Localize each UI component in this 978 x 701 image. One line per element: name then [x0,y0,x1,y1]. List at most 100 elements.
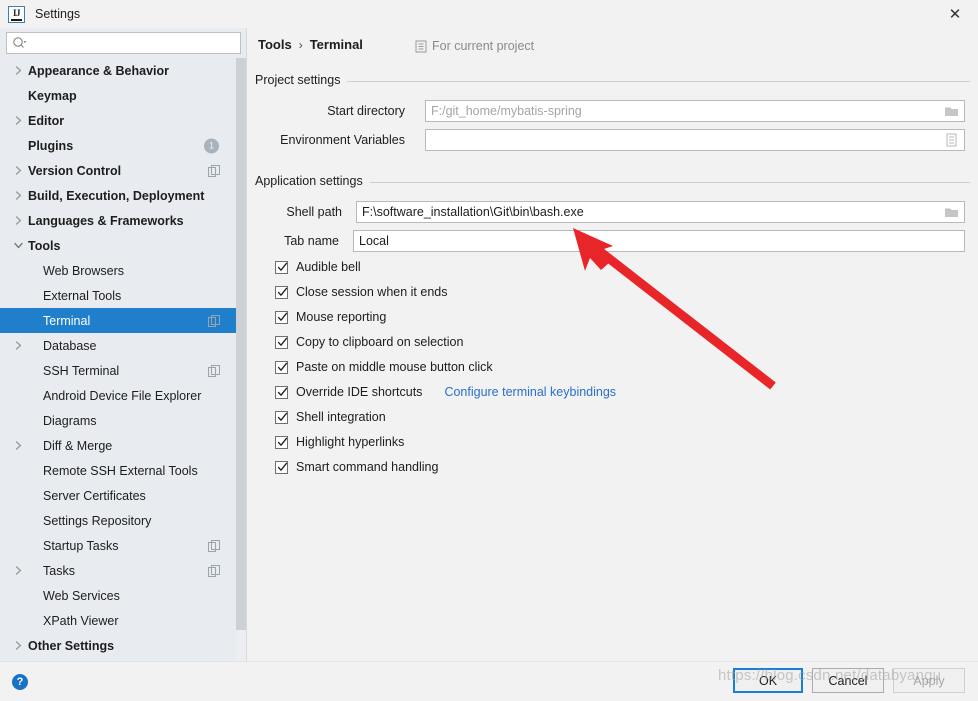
checkbox-mouse-reporting[interactable]: Mouse reporting [275,308,386,326]
checkbox-smart-command-handling[interactable]: Smart command handling [275,458,438,476]
chevron-down-icon[interactable] [12,240,24,252]
footer-divider [0,661,978,662]
sidebar-item-xpath-viewer[interactable]: XPath Viewer [0,608,247,633]
search-box[interactable] [6,32,241,54]
chevron-right-icon[interactable] [12,65,24,77]
checkbox-audible-bell[interactable]: Audible bell [275,258,361,276]
sidebar-item-android-device-file-explorer[interactable]: Android Device File Explorer [0,383,247,408]
sidebar-item-web-browsers[interactable]: Web Browsers [0,258,247,283]
checkbox-box[interactable] [275,460,288,474]
checkbox-shell-integration[interactable]: Shell integration [275,408,386,426]
tab-name-row: Tab name Local [275,230,965,252]
sidebar-item-label: Appearance & Behavior [28,63,170,78]
environment-variables-input[interactable] [425,129,965,151]
sidebar-item-appearance-behavior[interactable]: Appearance & Behavior [0,58,247,83]
checkbox-box[interactable] [275,310,288,324]
checkbox-copy-to-clipboard-on-selection[interactable]: Copy to clipboard on selection [275,333,463,351]
sidebar-item-tasks[interactable]: Tasks [0,558,247,583]
help-button[interactable]: ? [12,674,28,690]
copy-settings-icon[interactable] [208,314,220,327]
copy-settings-icon[interactable] [208,364,220,377]
checkbox-label: Override IDE shortcuts [296,385,423,399]
sidebar-item-build-execution-deployment[interactable]: Build, Execution, Deployment [0,183,247,208]
sidebar-item-editor[interactable]: Editor [0,108,247,133]
sidebar-item-database[interactable]: Database [0,333,247,358]
sidebar-item-settings-repository[interactable]: Settings Repository [0,508,247,533]
module-icon [415,40,427,53]
chevron-right-icon[interactable] [12,340,24,352]
breadcrumb: Tools › Terminal [258,37,363,52]
chevron-right-icon[interactable] [12,115,24,127]
sidebar-item-terminal[interactable]: Terminal [0,308,247,333]
cancel-button[interactable]: Cancel [812,668,884,693]
checkbox-label: Mouse reporting [296,310,387,324]
sidebar-item-diff-merge[interactable]: Diff & Merge [0,433,247,458]
sidebar-item-external-tools[interactable]: External Tools [0,283,247,308]
checkbox-paste-on-middle-mouse-button-click[interactable]: Paste on middle mouse button click [275,358,493,376]
sidebar-item-label: Diff & Merge [43,438,113,453]
folder-icon[interactable] [939,203,963,221]
breadcrumb-parent[interactable]: Tools [258,37,292,52]
settings-main-panel: Tools › Terminal For current project Pro… [247,28,978,661]
checkbox-box[interactable] [275,410,288,424]
sidebar-item-diagrams[interactable]: Diagrams [0,408,247,433]
list-icon[interactable] [939,131,963,149]
checkbox-close-session-when-it-ends[interactable]: Close session when it ends [275,283,447,301]
checkbox-label: Audible bell [296,260,361,274]
chevron-right-icon[interactable] [12,215,24,227]
close-icon[interactable]: ✕ [932,0,978,28]
configure-terminal-keybindings-link[interactable]: Configure terminal keybindings [444,385,616,399]
sidebar-item-languages-frameworks[interactable]: Languages & Frameworks [0,208,247,233]
sidebar-item-plugins[interactable]: Plugins 1 [0,133,247,158]
environment-variables-label: Environment Variables [280,133,405,147]
sidebar-item-ssh-terminal[interactable]: SSH Terminal [0,358,247,383]
sidebar-item-label: Database [43,338,97,353]
checkbox-box[interactable] [275,360,288,374]
checkbox-box[interactable] [275,385,288,399]
start-directory-input[interactable]: F:/git_home/mybatis-spring [425,100,965,122]
chevron-right-icon[interactable] [12,440,24,452]
checkbox-override-ide-shortcuts[interactable]: Override IDE shortcuts Configure terminal… [275,383,616,401]
sidebar-item-tools[interactable]: Tools [0,233,247,258]
copy-settings-icon[interactable] [208,164,220,177]
sidebar-item-label: Keymap [28,88,77,103]
tab-name-input[interactable]: Local [353,230,965,252]
sidebar-item-startup-tasks[interactable]: Startup Tasks [0,533,247,558]
copy-settings-icon[interactable] [208,539,220,552]
shell-path-input[interactable]: F:\software_installation\Git\bin\bash.ex… [356,201,965,223]
settings-tree: Appearance & Behavior Keymap Editor Plugins… [0,58,247,661]
shell-path-value: F:\software_installation\Git\bin\bash.ex… [362,205,584,219]
sidebar-item-other-settings[interactable]: Other Settings [0,633,247,658]
chevron-right-icon[interactable] [12,165,24,177]
sidebar-item-label: Settings Repository [43,513,152,528]
application-settings-title: Application settings [255,174,370,188]
sidebar-item-web-services[interactable]: Web Services [0,583,247,608]
checkbox-highlight-hyperlinks[interactable]: Highlight hyperlinks [275,433,404,451]
tab-name-value: Local [359,234,389,248]
sidebar-scrollbar-thumb[interactable] [236,58,246,630]
sidebar-item-label: Web Browsers [43,263,125,278]
ok-button[interactable]: OK [733,668,803,693]
sidebar-item-version-control[interactable]: Version Control [0,158,247,183]
chevron-right-icon[interactable] [12,565,24,577]
checkbox-box[interactable] [275,260,288,274]
checkbox-label: Paste on middle mouse button click [296,360,493,374]
sidebar-item-label: Version Control [28,163,122,178]
checkbox-box[interactable] [275,435,288,449]
sidebar-item-remote-ssh-external-tools[interactable]: Remote SSH External Tools [0,458,247,483]
apply-button: Apply [893,668,965,693]
checkbox-label: Highlight hyperlinks [296,435,405,449]
folder-icon[interactable] [939,102,963,120]
copy-settings-icon[interactable] [208,564,220,577]
checkbox-box[interactable] [275,285,288,299]
sidebar-item-server-certificates[interactable]: Server Certificates [0,483,247,508]
chevron-right-icon[interactable] [12,640,24,652]
tab-name-label: Tab name [284,234,340,248]
shell-path-label: Shell path [286,205,342,219]
start-directory-value: F:/git_home/mybatis-spring [431,104,582,118]
chevron-right-icon[interactable] [12,190,24,202]
search-input[interactable] [27,34,240,52]
sidebar-item-keymap[interactable]: Keymap [0,83,247,108]
checkbox-box[interactable] [275,335,288,349]
sidebar-item-label: Web Services [43,588,120,603]
